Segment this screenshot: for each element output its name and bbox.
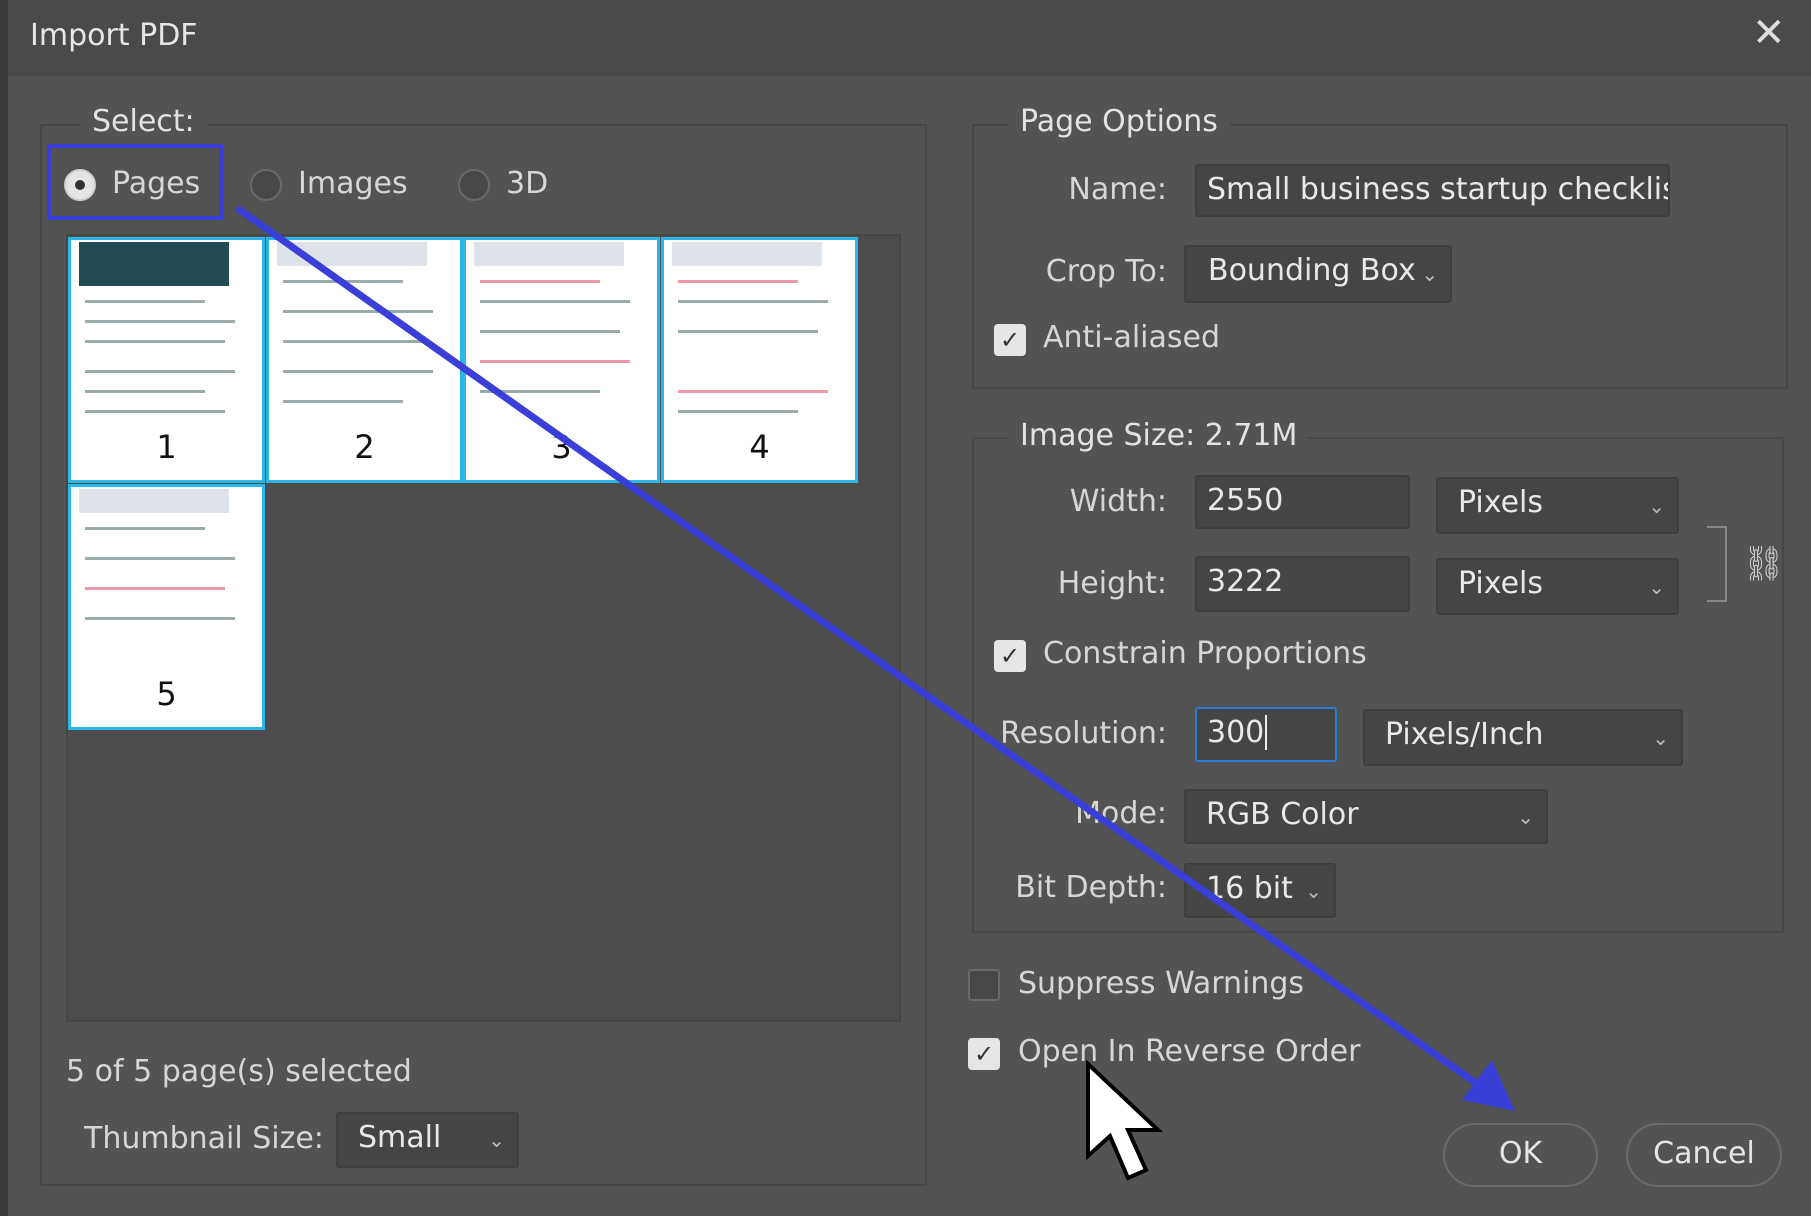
arrow-head xyxy=(1462,1060,1515,1111)
annotation-arrow xyxy=(234,205,1515,1111)
mouse-cursor-icon xyxy=(1086,1060,1164,1181)
arrow-shaft xyxy=(234,205,1493,1096)
